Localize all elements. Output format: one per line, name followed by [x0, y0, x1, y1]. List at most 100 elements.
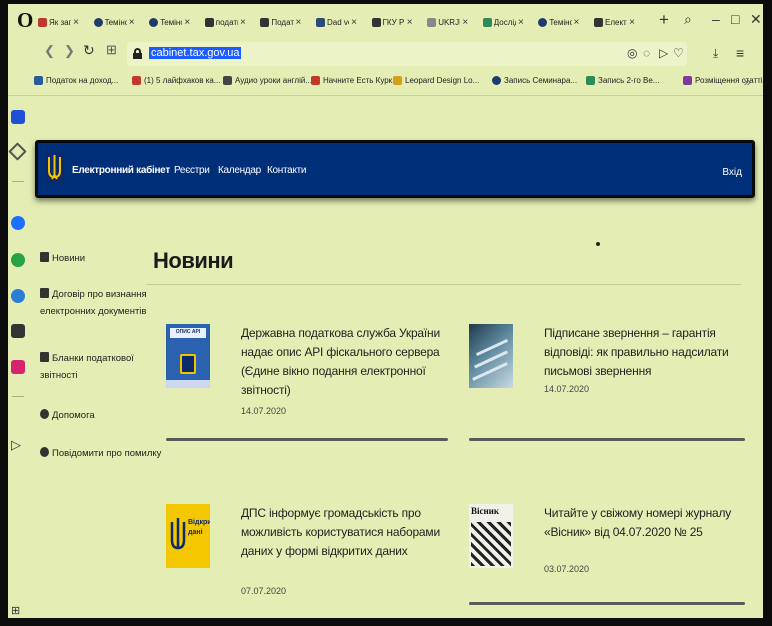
browser-tab[interactable]: Teмінол×	[538, 12, 579, 32]
browser-sidebar: ▷ ⊞	[8, 96, 30, 618]
browser-tab[interactable]: ГКУ Р ×	[371, 12, 413, 32]
browser-tab[interactable]: податк×	[204, 12, 246, 32]
bookmark-item[interactable]: Аудио уроки англій...	[223, 76, 312, 85]
news-headline[interactable]: ДПС інформує громадськість про можливіст…	[241, 504, 441, 561]
news-thumbnail[interactable]: Відкриті дані	[166, 504, 210, 568]
bookmark-item[interactable]: Начните Есть Курк...	[311, 76, 399, 85]
sidebar-item-news[interactable]: Новини	[40, 250, 85, 267]
whatsapp-icon[interactable]	[11, 253, 25, 267]
browser-tab[interactable]: Як запис×	[38, 12, 79, 32]
nav-electronic-cabinet[interactable]: Електронний кабінет	[72, 165, 170, 176]
bookmark-item[interactable]: Leopard Design Lo...	[393, 76, 479, 85]
close-tab-icon[interactable]: ×	[574, 17, 580, 28]
bookmark-item[interactable]: Запись 2-го Ве...	[586, 76, 659, 85]
forward-button[interactable]: ❯	[64, 43, 75, 59]
login-link[interactable]: Вхід	[722, 167, 742, 178]
close-tab-icon[interactable]: ×	[296, 17, 302, 28]
play-icon[interactable]: ▷	[659, 46, 668, 60]
ukraine-trident-icon	[260, 17, 270, 27]
player-icon[interactable]: ▷	[11, 437, 25, 452]
sidebar-item-e-docs-agreement[interactable]: Договір про визнання електронних докумен…	[40, 286, 148, 320]
close-tab-icon[interactable]: ×	[184, 17, 190, 28]
sidebar-item-tax-forms[interactable]: Бланки податкової звітності	[40, 350, 140, 384]
forms-icon	[40, 352, 49, 362]
bookmark-item[interactable]: Розміщення статті...	[683, 76, 763, 85]
news-card[interactable]: Вісник Читайте у свіжому номері журналу …	[469, 504, 745, 616]
close-tab-icon[interactable]: ×	[407, 17, 413, 28]
browser-tab[interactable]: Подат ×	[260, 12, 301, 32]
camera-icon[interactable]: ◎	[627, 46, 637, 60]
home-icon[interactable]	[11, 110, 25, 124]
nav-contacts[interactable]: Контакти	[267, 165, 307, 176]
maximize-button[interactable]: □	[731, 11, 739, 27]
close-tab-icon[interactable]: ×	[518, 17, 524, 28]
shield-icon[interactable]: ◌	[643, 46, 650, 60]
telegram-icon[interactable]	[11, 289, 25, 303]
search-icon[interactable]: ⌕	[684, 11, 692, 28]
pen-icon	[683, 76, 692, 85]
news-card[interactable]: Відкриті дані ДПС інформує громадськість…	[166, 504, 448, 616]
nav-registers[interactable]: Реєстри	[174, 165, 210, 176]
title-divider	[146, 284, 741, 285]
close-tab-icon[interactable]: ×	[629, 17, 635, 28]
thumb-caption: ОПИС API	[175, 329, 201, 335]
bookmarks-bar: Податок на доход... (1) 5 лайфхаков ка...…	[8, 70, 763, 96]
tabs-grid-icon[interactable]: ⊞	[106, 42, 117, 58]
instagram-icon[interactable]	[11, 360, 25, 374]
bookmark-label: (1) 5 лайфхаков ка...	[144, 76, 221, 85]
news-card[interactable]: Підписане звернення – гарантія відповіді…	[469, 324, 745, 444]
news-thumbnail[interactable]: Вісник	[469, 504, 513, 568]
bookmark-item[interactable]: (1) 5 лайфхаков ка...	[132, 76, 221, 85]
browser-tab[interactable]: UKRJNE×	[427, 12, 468, 32]
browser-tab[interactable]: Teмінол×	[93, 12, 135, 32]
messenger-icon[interactable]	[11, 216, 25, 230]
question-circle-icon	[93, 17, 103, 27]
browser-tab[interactable]: Dad ve×	[316, 12, 357, 32]
close-tab-icon[interactable]: ×	[240, 17, 246, 28]
new-tab-button[interactable]: +	[659, 10, 669, 30]
news-thumbnail[interactable]: ОПИС API	[166, 324, 210, 388]
browser-tab[interactable]: Teмінол×	[149, 12, 190, 32]
vk-icon[interactable]	[11, 324, 25, 338]
sidebar-item-help[interactable]: Допомога	[40, 407, 95, 424]
bookmark-icon[interactable]	[8, 142, 27, 161]
help-icon	[40, 409, 49, 419]
news-thumbnail[interactable]	[469, 324, 513, 388]
news-card[interactable]: ОПИС API Державна податкова служба Украї…	[166, 324, 448, 444]
book-icon	[316, 17, 325, 27]
tab-label: ГКУ Р	[382, 17, 405, 27]
lock-icon[interactable]	[133, 48, 142, 59]
close-tab-icon[interactable]: ×	[351, 17, 357, 28]
minimize-button[interactable]: –	[712, 11, 720, 27]
bookmarks-more-icon[interactable]: »	[744, 74, 751, 89]
dash-icon	[427, 17, 437, 27]
browser-tab[interactable]: Електрс×	[594, 12, 635, 32]
close-window-button[interactable]: ✕	[750, 11, 762, 28]
tax-doc-icon	[34, 76, 43, 85]
thumb-caption: Відкриті дані	[188, 519, 210, 536]
back-button[interactable]: ❮	[44, 43, 55, 59]
more-icon[interactable]: ⊞	[11, 604, 25, 618]
tab-label: Teмінол	[160, 17, 182, 27]
url-text[interactable]: cabinet.tax.gov.ua	[149, 47, 242, 59]
sidebar-item-report-error[interactable]: Повідомити про помилку	[40, 445, 161, 462]
address-field[interactable]: cabinet.tax.gov.ua ◎ ◌ ▷ ♡	[127, 42, 687, 66]
news-headline[interactable]: Державна податкова служба України надає …	[241, 324, 449, 400]
menu-icon[interactable]: ≡	[736, 45, 744, 61]
close-tab-icon[interactable]: ×	[73, 17, 79, 28]
bookmark-item[interactable]: Податок на доход...	[34, 76, 118, 85]
news-headline[interactable]: Читайте у свіжому номері журналу «Вісник…	[544, 504, 750, 542]
sidebar-item-label: Бланки податкової звітності	[40, 353, 134, 381]
close-tab-icon[interactable]: ×	[129, 17, 135, 28]
close-tab-icon[interactable]: ×	[462, 17, 468, 28]
reload-button[interactable]: ↻	[83, 42, 95, 59]
news-headline[interactable]: Підписане звернення – гарантія відповіді…	[544, 324, 754, 381]
nav-calendar[interactable]: Календар	[218, 165, 261, 176]
heart-icon[interactable]: ♡	[673, 46, 684, 60]
download-icon[interactable]: ⤓	[713, 46, 718, 61]
opera-logo-icon[interactable]: O	[17, 8, 33, 33]
browser-tab[interactable]: Досліді×	[482, 12, 524, 32]
bookmark-item[interactable]: Запись Семинара...	[492, 76, 577, 85]
news-divider	[166, 438, 448, 441]
tab-label: Teмінол	[104, 17, 127, 27]
